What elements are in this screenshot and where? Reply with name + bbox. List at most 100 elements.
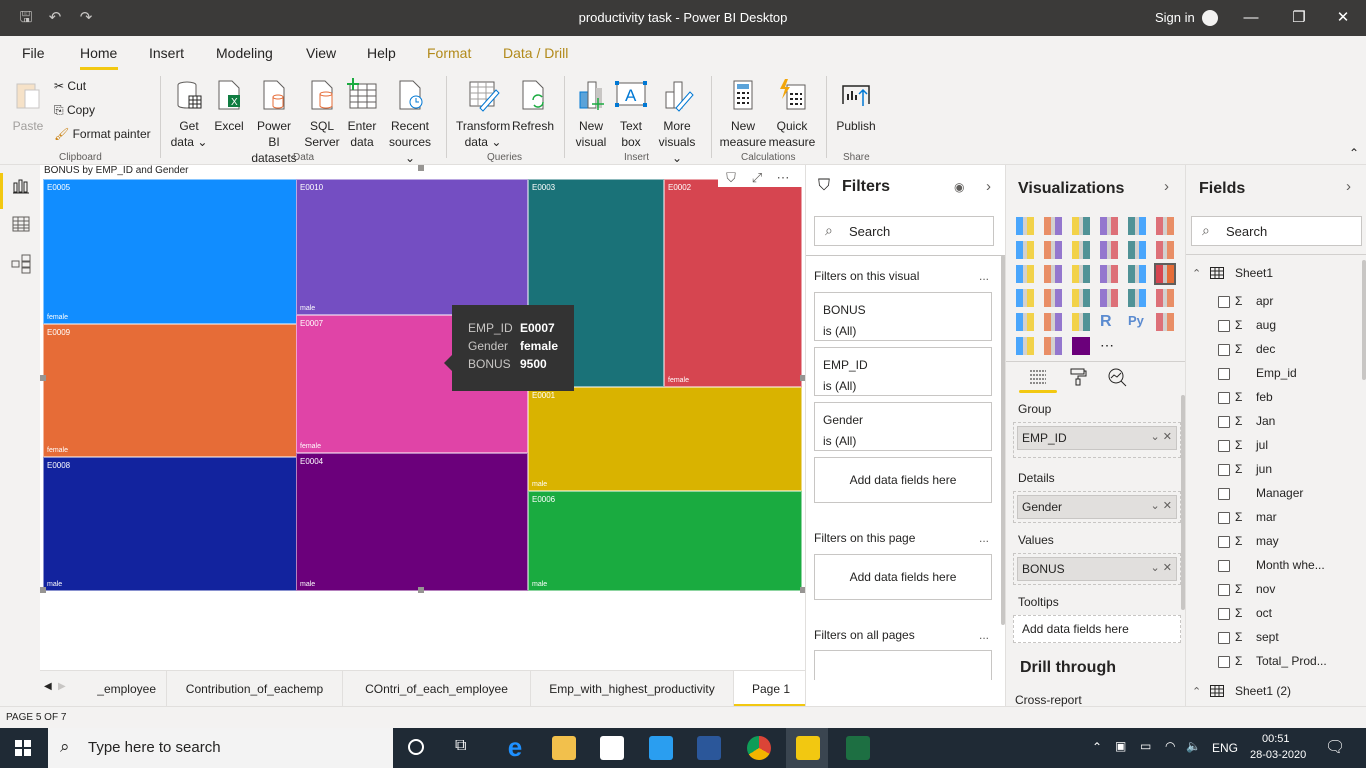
field-checkbox[interactable] (1218, 320, 1230, 332)
new-measure-button[interactable]: New measure (719, 78, 767, 150)
power-bi-icon[interactable] (796, 736, 820, 760)
add-visual-filter-drop-zone[interactable]: Add data fields here (814, 457, 992, 503)
scatter-visual-icon[interactable] (1072, 265, 1090, 283)
restore-button[interactable]: ❐ (1284, 8, 1314, 28)
more-options-icon[interactable]: ... (979, 269, 989, 283)
field-item[interactable]: Σ Jan (1218, 413, 1358, 433)
analytics-icon[interactable] (1107, 367, 1127, 387)
menu-help[interactable]: Help (367, 45, 396, 61)
field-item[interactable]: Σ Total_ Prod... (1218, 653, 1358, 673)
page-tab[interactable]: COntri_of_each_employee (343, 671, 531, 707)
field-checkbox[interactable] (1218, 656, 1230, 668)
enter-data-button[interactable]: Enter data (342, 78, 382, 150)
close-button[interactable]: ✕ (1328, 8, 1358, 28)
data-view-icon[interactable] (10, 213, 32, 235)
edge-icon[interactable]: e (503, 734, 527, 760)
filter-icon[interactable]: ⛉ (718, 170, 744, 186)
new-visual-button[interactable]: New visual (572, 78, 610, 150)
field-item[interactable]: Σaug (1218, 317, 1358, 337)
collapse-visualizations-icon[interactable]: › (1164, 178, 1169, 195)
resize-handle[interactable] (418, 165, 424, 171)
publish-button[interactable]: Publish (834, 78, 878, 134)
remove-field-icon[interactable]: ⌄ ✕ (1151, 561, 1173, 574)
matrix-visual-icon[interactable] (1072, 313, 1090, 331)
stacked-column-visual-icon[interactable] (1044, 217, 1062, 235)
recent-sources-button[interactable]: Recent sources ⌄ (384, 78, 436, 166)
treemap-visual[interactable]: BONUS by EMP_ID and Gender E0005 female E0… (40, 165, 806, 593)
scrollbar[interactable] (1362, 260, 1366, 380)
field-item[interactable]: Σsept (1218, 629, 1358, 649)
report-view-icon[interactable] (10, 175, 32, 197)
field-checkbox[interactable] (1218, 632, 1230, 644)
show-hidden-icons[interactable]: ⌃ (1092, 740, 1102, 754)
field-checkbox[interactable] (1218, 584, 1230, 596)
clustered-bar-visual-icon[interactable] (1072, 217, 1090, 235)
focus-mode-icon[interactable]: ⤢ (744, 170, 770, 186)
chrome-icon[interactable] (747, 736, 771, 760)
field-item[interactable]: Σdec (1218, 341, 1358, 361)
more-options-icon[interactable]: ... (979, 531, 989, 545)
store-icon[interactable] (600, 736, 624, 760)
power-bi-datasets-button[interactable]: Power BI datasets (250, 78, 298, 166)
waterfall-visual-icon[interactable] (1016, 265, 1034, 283)
kpi-visual-icon[interactable] (1156, 289, 1174, 307)
arcgis-visual-icon[interactable] (1044, 337, 1062, 355)
field-item[interactable]: Σmay (1218, 533, 1358, 553)
field-checkbox[interactable] (1218, 296, 1230, 308)
key-influencers-visual-icon[interactable] (1156, 313, 1174, 331)
filter-card-bonus[interactable]: BONUS is (All) (814, 292, 992, 341)
python-visual-icon[interactable]: Py (1128, 313, 1146, 331)
action-center-icon[interactable]: 🗨 (1325, 737, 1345, 757)
slicer-visual-icon[interactable] (1016, 313, 1034, 331)
100-stacked-bar-visual-icon[interactable] (1128, 217, 1146, 235)
field-checkbox[interactable] (1218, 392, 1230, 404)
menu-file[interactable]: File (22, 45, 45, 61)
table-name[interactable]: Sheet1 (2) (1235, 684, 1291, 698)
transform-data-button[interactable]: Transform data ⌄ (456, 78, 510, 150)
eye-icon[interactable]: ◉ (954, 180, 964, 194)
field-item[interactable]: Month whe... (1218, 557, 1358, 577)
treemap-tile-e0006[interactable]: E0006 male (528, 491, 802, 591)
funnel-visual-icon[interactable] (1044, 265, 1062, 283)
field-item[interactable]: Σjun (1218, 461, 1358, 481)
table-name[interactable]: Sheet1 (1235, 266, 1273, 280)
ribbon-visual-icon[interactable] (1156, 241, 1174, 259)
more-visuals-button[interactable]: More visuals ⌄ (653, 78, 701, 166)
card-visual-icon[interactable] (1100, 289, 1118, 307)
mail-icon[interactable] (649, 736, 673, 760)
notification-app-icon[interactable]: ▣ (1115, 739, 1126, 753)
r-script-visual-icon[interactable]: R (1100, 313, 1118, 331)
field-item[interactable]: Σapr (1218, 293, 1358, 313)
gauge-visual-icon[interactable] (1072, 289, 1090, 307)
menu-home[interactable]: Home (80, 45, 117, 61)
avatar[interactable] (1202, 10, 1218, 26)
collapse-table-icon[interactable]: ⌃ (1192, 685, 1201, 698)
field-checkbox[interactable] (1218, 512, 1230, 524)
taskbar-search-input[interactable]: ⌕ Type here to search (48, 728, 393, 768)
multi-row-card-visual-icon[interactable] (1128, 289, 1146, 307)
excel-icon[interactable] (846, 736, 870, 760)
line-visual-icon[interactable] (1016, 241, 1034, 259)
volume-icon[interactable]: 🔈 (1186, 739, 1201, 753)
menu-modeling[interactable]: Modeling (216, 45, 273, 61)
more-visual-icon[interactable]: ⋯ (1100, 337, 1118, 355)
cortana-icon[interactable] (408, 739, 424, 755)
clock-time[interactable]: 00:51 (1262, 733, 1290, 745)
clustered-column-visual-icon[interactable] (1100, 217, 1118, 235)
treemap-tile-e0002[interactable]: E0002 female (664, 179, 802, 387)
resize-handle[interactable] (40, 375, 46, 381)
custom-visual-visual-icon[interactable] (1072, 337, 1090, 355)
group-well[interactable]: EMP_ID ⌄ ✕ (1013, 422, 1181, 458)
clock-date[interactable]: 28-03-2020 (1250, 749, 1306, 761)
values-well[interactable]: BONUS ⌄ ✕ (1013, 553, 1181, 585)
file-explorer-icon[interactable] (552, 736, 576, 760)
area-visual-icon[interactable] (1044, 241, 1062, 259)
add-report-filter-drop-zone[interactable] (814, 650, 992, 680)
windows-start-icon[interactable] (15, 740, 31, 756)
resize-handle[interactable] (40, 587, 46, 593)
treemap-visual-icon[interactable] (1154, 263, 1176, 285)
more-options-icon[interactable]: ⋯ (770, 170, 796, 186)
collapse-table-icon[interactable]: ⌃ (1192, 267, 1201, 280)
menu-format[interactable]: Format (427, 45, 471, 61)
treemap-tile-e0008[interactable]: E0008 male (43, 457, 297, 591)
